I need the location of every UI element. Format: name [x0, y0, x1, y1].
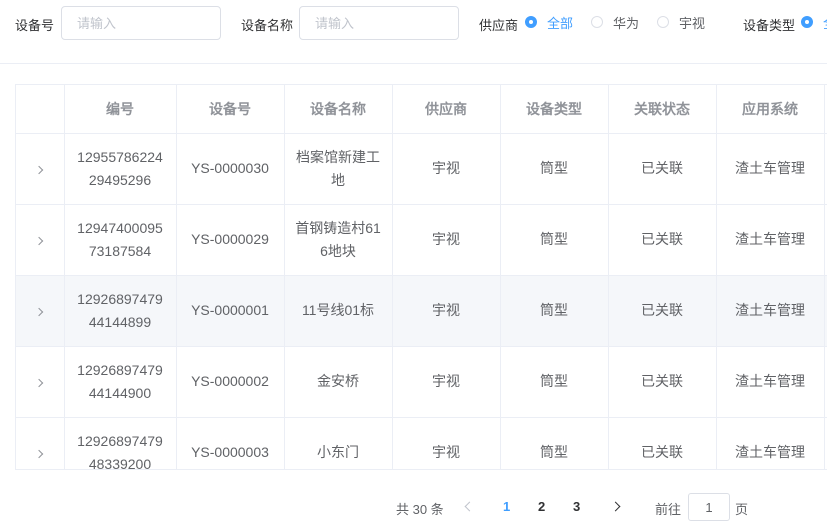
column-header-expand	[16, 85, 65, 134]
radio-checked-icon	[801, 16, 813, 28]
chevron-right-icon[interactable]	[34, 307, 43, 317]
supplier-radio-huawei-label: 华为	[613, 15, 640, 31]
device-name-input[interactable]	[299, 6, 459, 40]
cell-app-system: 渣土车管理	[716, 133, 825, 205]
cell-id: 1295578622429495296	[64, 133, 177, 205]
next-page-icon[interactable]	[611, 500, 623, 514]
cell-device-no: YS-0000003	[176, 417, 285, 469]
prev-page-icon[interactable]	[462, 500, 474, 514]
cell-supplier: 宇视	[392, 204, 501, 276]
cell-device-name: 小东门	[284, 417, 393, 469]
cell-supplier: 宇视	[392, 346, 501, 418]
device-type-label: 设备类型	[743, 18, 796, 33]
cell-link-status: 已关联	[608, 417, 717, 469]
supplier-radio-uniview-label: 宇视	[679, 15, 706, 31]
cell-id: 1292689747948339200	[64, 417, 177, 469]
cell-id: 1292689747944144899	[64, 275, 177, 347]
expand-cell[interactable]	[16, 346, 65, 418]
cell-device-type: 筒型	[500, 204, 609, 276]
goto-page-input[interactable]	[688, 493, 730, 521]
expand-cell[interactable]	[16, 204, 65, 276]
cell-link-status: 已关联	[608, 133, 717, 205]
cell-device-name: 金安桥	[284, 346, 393, 418]
filter-bar: 设备号 设备名称 供应商 全部 华为 宇视 设备类型 全	[0, 0, 827, 46]
column-header-link-status: 关联状态	[608, 85, 717, 134]
radio-unchecked-icon	[591, 16, 603, 28]
radio-unchecked-icon	[657, 16, 669, 28]
goto-label: 前往	[655, 502, 682, 517]
chevron-right-icon[interactable]	[34, 378, 43, 388]
table-header-row: 编号 设备号 设备名称 供应商 设备类型 关联状态 应用系统	[16, 85, 827, 134]
table-row[interactable]: 1294740009573187584 YS-0000029 首钢铸造村616地块宇…	[16, 204, 827, 276]
cell-app-system: 渣土车管理	[716, 275, 825, 347]
device-type-radio-all[interactable]: 全	[801, 13, 827, 31]
column-header-device-type: 设备类型	[500, 85, 609, 134]
cell-device-type: 筒型	[500, 346, 609, 418]
page-3-button[interactable]: 3	[573, 499, 580, 514]
device-table: 编号 设备号 设备名称 供应商 设备类型 关联状态 应用系统 129557862…	[15, 84, 827, 470]
column-header-id: 编号	[64, 85, 177, 134]
cell-device-type: 筒型	[500, 133, 609, 205]
expand-cell[interactable]	[16, 133, 65, 205]
device-type-radio-all-label: 全	[823, 13, 827, 32]
cell-app-system: 渣土车管理	[716, 204, 825, 276]
expand-cell[interactable]	[16, 275, 65, 347]
chevron-right-icon[interactable]	[34, 165, 43, 175]
column-header-app-system: 应用系统	[716, 85, 825, 134]
cell-link-status: 已关联	[608, 204, 717, 276]
table-row[interactable]: 1295578622429495296 YS-0000030 档案馆新建工地 宇视 筒型…	[16, 133, 827, 205]
cell-device-type: 筒型	[500, 417, 609, 469]
supplier-radio-all-label: 全部	[547, 15, 574, 31]
cell-device-name: 11号线01标	[284, 275, 393, 347]
column-header-device-no: 设备号	[176, 85, 285, 134]
table-row[interactable]: 1292689747944144899 YS-0000001 11号线01标 宇视 筒型…	[16, 275, 827, 347]
supplier-radio-huawei[interactable]: 华为	[591, 13, 639, 31]
divider	[0, 63, 827, 64]
column-header-supplier: 供应商	[392, 85, 501, 134]
table-row[interactable]: 1292689747944144900 YS-0000002 金安桥 宇视 筒型 已关联渣…	[16, 346, 827, 418]
cell-device-type: 筒型	[500, 275, 609, 347]
column-header-device-name: 设备名称	[284, 85, 393, 134]
cell-app-system: 渣土车管理	[716, 417, 825, 469]
page-2-button[interactable]: 2	[538, 499, 545, 514]
cell-supplier: 宇视	[392, 133, 501, 205]
cell-device-no: YS-0000030	[176, 133, 285, 205]
cell-link-status: 已关联	[608, 275, 717, 347]
cell-supplier: 宇视	[392, 275, 501, 347]
device-no-input[interactable]	[61, 6, 221, 40]
device-no-label: 设备号	[15, 18, 55, 33]
cell-device-no: YS-0000029	[176, 204, 285, 276]
cell-id: 1294740009573187584	[64, 204, 177, 276]
cell-link-status: 已关联	[608, 346, 717, 418]
chevron-right-icon[interactable]	[34, 236, 43, 246]
cell-device-name: 档案馆新建工地	[284, 133, 393, 205]
chevron-right-icon[interactable]	[34, 449, 43, 459]
page-1-button[interactable]: 1	[503, 499, 510, 514]
cell-device-no: YS-0000002	[176, 346, 285, 418]
expand-cell[interactable]	[16, 417, 65, 469]
cell-app-system: 渣土车管理	[716, 346, 825, 418]
radio-checked-icon	[525, 16, 537, 28]
device-name-label: 设备名称	[241, 18, 294, 33]
supplier-radio-uniview[interactable]: 宇视	[657, 13, 705, 31]
page-suffix-label: 页	[735, 502, 749, 517]
cell-device-name: 首钢铸造村616地块	[284, 204, 393, 276]
supplier-label: 供应商	[479, 18, 519, 33]
supplier-radio-all[interactable]: 全部	[525, 13, 573, 31]
cell-id: 1292689747944144900	[64, 346, 177, 418]
table-row[interactable]: 1292689747948339200 YS-0000003 小东门 宇视 筒型 已关联渣…	[16, 417, 827, 469]
cell-device-no: YS-0000001	[176, 275, 285, 347]
pagination-total: 共 30 条	[396, 502, 444, 517]
cell-supplier: 宇视	[392, 417, 501, 469]
